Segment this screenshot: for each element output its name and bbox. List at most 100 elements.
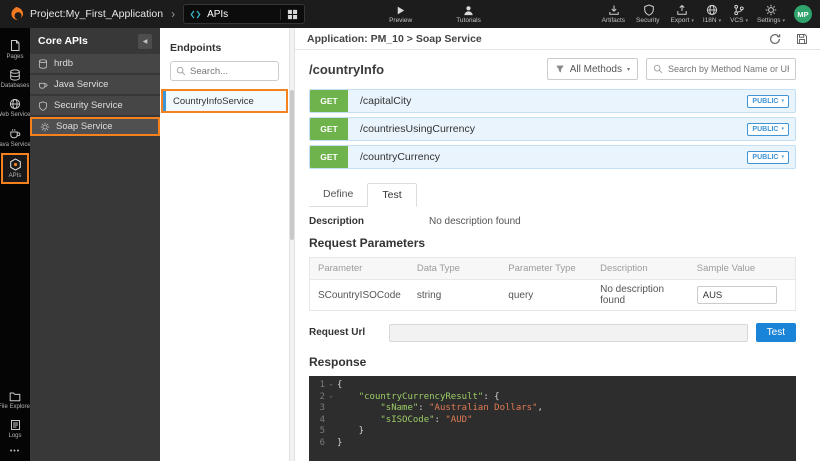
line-number: 1 <box>309 380 325 392</box>
i18n-button[interactable]: I18N▾ <box>703 4 721 24</box>
security-button[interactable]: Security <box>636 4 661 24</box>
fold-marker[interactable] <box>325 426 337 438</box>
grid-icon[interactable] <box>280 9 298 20</box>
sidebar-item-web-services[interactable]: Web Services <box>0 94 30 122</box>
sidebar-item-file-explorer[interactable]: File Explorer <box>0 387 30 414</box>
description-row: Description No description found <box>309 216 796 227</box>
sidebar-item-pages[interactable]: Pages <box>0 35 30 64</box>
line-number: 2 <box>309 392 325 404</box>
search-icon <box>653 64 663 74</box>
access-label: PUBLIC <box>752 126 778 133</box>
cell-sample-value <box>689 280 796 311</box>
top-bar: Project:My_First_Application › APIs Prev… <box>0 0 820 28</box>
code-line: 1 - { <box>309 380 796 392</box>
download-tray-icon <box>608 4 620 16</box>
fold-marker[interactable] <box>325 415 337 427</box>
endpoints-search <box>170 61 279 81</box>
database-icon <box>38 59 48 69</box>
method-badge[interactable]: GET <box>310 90 348 112</box>
core-api-item-java-service[interactable]: Java Service <box>30 75 160 94</box>
core-api-item-label: Java Service <box>54 79 108 90</box>
vcs-button[interactable]: VCS▾ <box>730 4 748 24</box>
endpoint-path: /countryCurrency <box>360 151 440 163</box>
caret-down-icon: ▾ <box>781 154 784 160</box>
java-services-label: Java Services <box>0 142 34 149</box>
fold-marker[interactable] <box>325 403 337 415</box>
tutorials-button[interactable]: Tutorials <box>456 5 481 24</box>
person-icon <box>463 5 474 16</box>
fold-marker[interactable]: - <box>325 380 337 392</box>
methods-filter-dropdown[interactable]: All Methods ▾ <box>547 58 638 80</box>
method-search-input[interactable] <box>668 64 789 74</box>
core-api-item-security-service[interactable]: Security Service <box>30 96 160 115</box>
apis-label: APIs <box>9 173 22 180</box>
cell-data-type: string <box>409 280 500 311</box>
settings-button[interactable]: Settings▾ <box>757 4 785 24</box>
export-button[interactable]: Export▾ <box>671 4 694 24</box>
endpoints-panel: Endpoints CountryInfoService <box>160 28 289 461</box>
method-badge[interactable]: GET <box>310 146 348 168</box>
settings-label: Settings <box>757 17 781 24</box>
api-icon <box>190 9 201 20</box>
sidebar-item-apis[interactable]: APIs <box>1 153 29 184</box>
security-label: Security <box>636 17 659 24</box>
endpoint-row[interactable]: GET /countriesUsingCurrency PUBLIC▾ <box>309 117 796 141</box>
method-badge[interactable]: GET <box>310 118 348 140</box>
access-badge[interactable]: PUBLIC▾ <box>747 123 789 136</box>
line-number: 5 <box>309 426 325 438</box>
sidebar-item-logs[interactable]: Logs <box>0 415 30 443</box>
panel-splitter[interactable] <box>289 28 295 461</box>
code-text: "sISOCode": "AUD" <box>337 415 472 427</box>
breadcrumb-actions <box>769 33 808 45</box>
sample-value-input[interactable] <box>697 286 777 304</box>
access-badge[interactable]: PUBLIC▾ <box>747 95 789 108</box>
pages-label: Pages <box>6 54 23 61</box>
play-icon <box>395 5 406 16</box>
shield-icon <box>643 4 655 16</box>
scrollbar-thumb[interactable] <box>290 90 294 240</box>
caret-down-icon: ▾ <box>745 18 748 24</box>
core-api-item-soap-service[interactable]: Soap Service <box>30 117 160 136</box>
access-label: PUBLIC <box>752 98 778 105</box>
artifacts-label: Artifacts <box>602 17 625 24</box>
request-url-input[interactable] <box>389 324 748 342</box>
artifacts-button[interactable]: Artifacts <box>602 4 627 24</box>
fold-marker[interactable] <box>325 438 337 450</box>
apis-context-switcher[interactable]: APIs <box>183 4 305 24</box>
preview-button[interactable]: Preview <box>389 5 412 24</box>
test-button[interactable]: Test <box>756 323 796 342</box>
description-label: Description <box>309 216 429 227</box>
topbar-right: Artifacts Security Export▾ I18N▾ <box>602 4 812 24</box>
tab-define[interactable]: Define <box>309 183 367 206</box>
cell-description: No description found <box>592 280 689 311</box>
globe-icon <box>706 4 718 16</box>
sidebar-item-databases[interactable]: Databases <box>0 65 30 93</box>
code-line: 2 - "countryCurrencyResult": { <box>309 392 796 404</box>
request-url-label: Request Url <box>309 327 389 338</box>
web-services-label: Web Services <box>0 112 33 119</box>
refresh-icon[interactable] <box>769 33 781 45</box>
tab-test[interactable]: Test <box>367 183 416 207</box>
avatar[interactable]: MP <box>794 5 812 23</box>
endpoint-service-item[interactable]: CountryInfoService <box>163 91 286 111</box>
code-text: } <box>337 426 364 438</box>
endpoint-row[interactable]: GET /capitalCity PUBLIC▾ <box>309 89 796 113</box>
core-api-item-hrdb[interactable]: hrdb <box>30 54 160 73</box>
apis-pill-label: APIs <box>207 9 274 20</box>
tutorials-label: Tutorials <box>456 17 481 24</box>
fold-marker[interactable]: - <box>325 392 337 404</box>
access-badge[interactable]: PUBLIC▾ <box>747 151 789 164</box>
export-label: Export <box>671 17 690 24</box>
sidebar-item-java-services[interactable]: Java Services <box>0 124 30 152</box>
endpoint-row[interactable]: GET /countryCurrency PUBLIC▾ <box>309 145 796 169</box>
endpoints-search-input[interactable] <box>190 66 273 77</box>
more-menu-icon[interactable]: ••• <box>10 444 20 461</box>
line-number: 4 <box>309 415 325 427</box>
endpoint-service-label: CountryInfoService <box>173 96 254 107</box>
i18n-label: I18N <box>703 17 717 24</box>
collapse-panel-button[interactable]: ◀ <box>138 34 152 49</box>
code-text: "sName": "Australian Dollars", <box>337 403 543 415</box>
method-search <box>646 58 796 80</box>
export-icon <box>676 4 688 16</box>
save-icon[interactable] <box>796 33 808 45</box>
